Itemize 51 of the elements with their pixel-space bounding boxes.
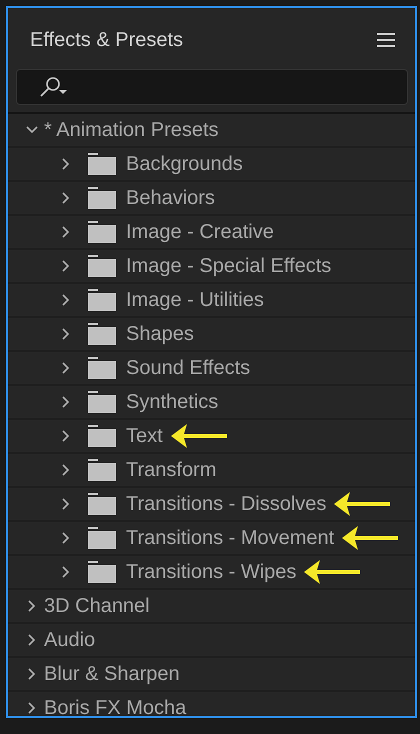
chevron-right-icon[interactable] bbox=[60, 565, 72, 579]
folder-icon bbox=[88, 459, 116, 481]
folder-label[interactable]: Shapes bbox=[126, 322, 194, 346]
folder-label[interactable]: Synthetics bbox=[126, 390, 218, 414]
chevron-right-icon[interactable] bbox=[60, 327, 72, 341]
chevron-right-icon[interactable] bbox=[60, 157, 72, 171]
chevron-right-icon[interactable] bbox=[60, 191, 72, 205]
folder-icon bbox=[88, 391, 116, 413]
category-label[interactable]: Blur & Sharpen bbox=[44, 662, 180, 686]
folder-label[interactable]: Transitions - Wipes bbox=[126, 560, 296, 584]
folder-label[interactable]: Transform bbox=[126, 458, 216, 482]
category-label[interactable]: Boris FX Mocha bbox=[44, 696, 186, 716]
folder-icon bbox=[88, 527, 116, 549]
category-label[interactable]: 3D Channel bbox=[44, 594, 150, 618]
chevron-right-icon[interactable] bbox=[26, 633, 38, 647]
chevron-right-icon[interactable] bbox=[60, 429, 72, 443]
folder-icon bbox=[88, 425, 116, 447]
folder-icon bbox=[88, 153, 116, 175]
folder-icon bbox=[88, 187, 116, 209]
chevron-right-icon[interactable] bbox=[26, 667, 38, 681]
chevron-right-icon[interactable] bbox=[60, 225, 72, 239]
folder-label[interactable]: Transitions - Movement bbox=[126, 526, 334, 550]
chevron-right-icon[interactable] bbox=[60, 463, 72, 477]
category-label[interactable]: Audio bbox=[44, 628, 96, 652]
chevron-right-icon[interactable] bbox=[26, 701, 38, 715]
folder-label[interactable]: Image - Creative bbox=[126, 220, 274, 244]
folder-label[interactable]: Transitions - Dissolves bbox=[126, 492, 326, 516]
search-field[interactable] bbox=[16, 69, 408, 105]
folder-icon bbox=[88, 493, 116, 515]
chevron-right-icon[interactable] bbox=[60, 395, 72, 409]
folder-icon bbox=[88, 289, 116, 311]
chevron-right-icon[interactable] bbox=[60, 293, 72, 307]
folder-icon bbox=[88, 323, 116, 345]
folder-label[interactable]: Image - Special Effects bbox=[126, 254, 332, 278]
chevron-right-icon[interactable] bbox=[60, 259, 72, 273]
chevron-right-icon[interactable] bbox=[60, 497, 72, 511]
folder-icon bbox=[88, 357, 116, 379]
chevron-right-icon[interactable] bbox=[60, 361, 72, 375]
menu-icon[interactable] bbox=[377, 33, 395, 47]
folder-label[interactable]: Image - Utilities bbox=[126, 288, 264, 312]
folder-label[interactable]: Behaviors bbox=[126, 186, 215, 210]
chevron-right-icon[interactable] bbox=[26, 599, 38, 613]
chevron-right-icon[interactable] bbox=[60, 531, 72, 545]
folder-icon bbox=[88, 561, 116, 583]
panel-title: Effects & Presets bbox=[30, 28, 184, 52]
folder-label[interactable]: Backgrounds bbox=[126, 152, 243, 176]
folder-label[interactable]: Text bbox=[126, 424, 163, 448]
category-label[interactable]: * Animation Presets bbox=[44, 118, 219, 142]
folder-label[interactable]: Sound Effects bbox=[126, 356, 250, 380]
folder-icon bbox=[88, 255, 116, 277]
folder-icon bbox=[88, 221, 116, 243]
